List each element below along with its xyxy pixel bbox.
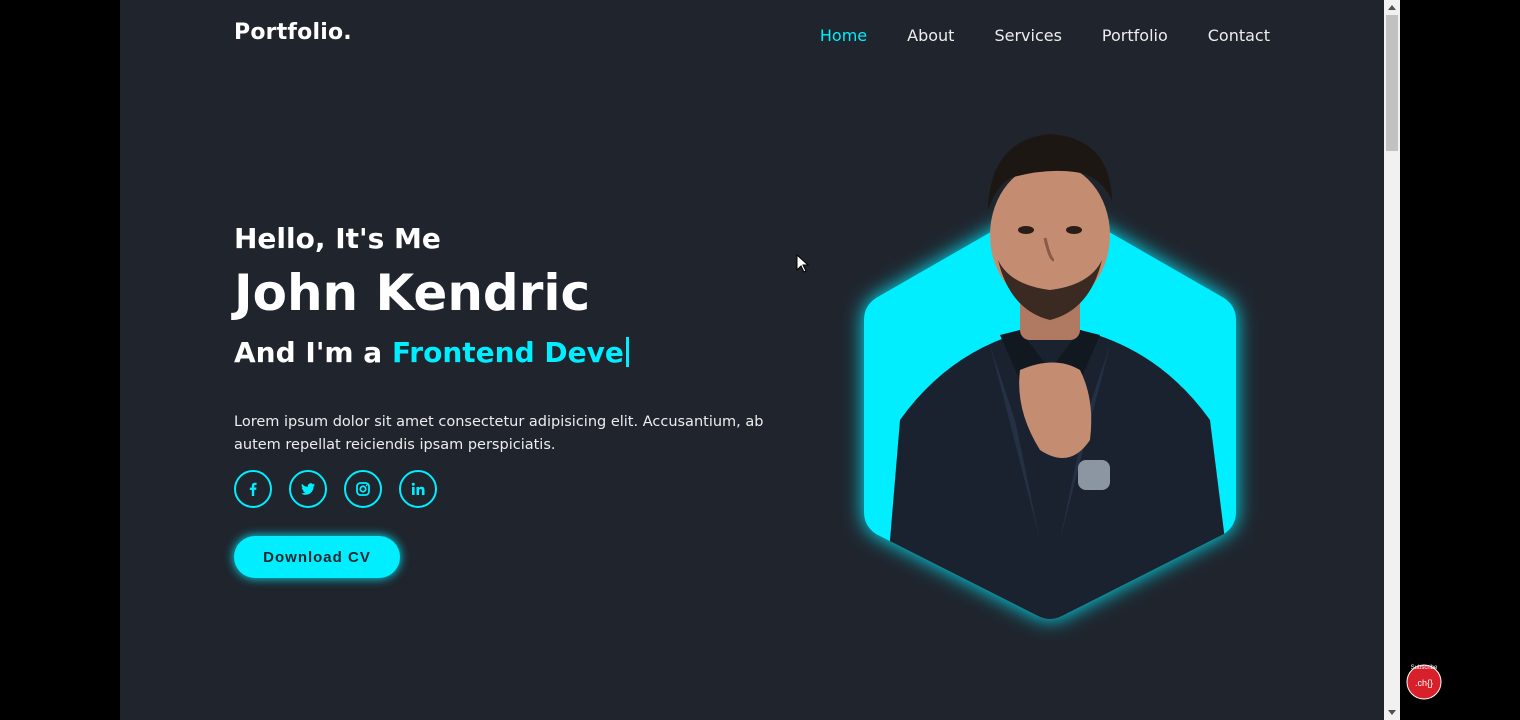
nav-portfolio[interactable]: Portfolio — [1102, 26, 1168, 45]
scroll-up-icon[interactable] — [1388, 5, 1396, 10]
hero-role-typed: Frontend Deve — [391, 336, 624, 369]
hero-portrait — [864, 134, 1236, 619]
nav-home[interactable]: Home — [820, 26, 867, 45]
social-links — [234, 470, 437, 508]
linkedin-link[interactable] — [399, 470, 437, 508]
subscribe-badge[interactable]: Subscribe .ch{} — [1404, 660, 1444, 700]
mouse-pointer-icon — [796, 254, 810, 273]
hero-description: Lorem ipsum dolor sit amet consectetur a… — [234, 413, 764, 453]
hero-role-prefix: And I'm a — [234, 336, 392, 369]
nav-about[interactable]: About — [907, 26, 954, 45]
nav-services[interactable]: Services — [994, 26, 1061, 45]
download-cv-button[interactable]: Download CV — [234, 536, 400, 578]
facebook-icon — [249, 482, 257, 496]
twitter-link[interactable] — [289, 470, 327, 508]
logo[interactable]: Portfolio. — [234, 20, 352, 45]
typing-caret — [625, 337, 629, 367]
linkedin-icon — [411, 482, 425, 495]
main-nav: Home About Services Portfolio Contact — [820, 26, 1270, 45]
badge-channel-text: .ch{} — [1415, 678, 1433, 688]
hero-role: And I'm a Frontend Deve — [234, 336, 629, 369]
facebook-link[interactable] — [234, 470, 272, 508]
hero-greeting: Hello, It's Me — [234, 222, 441, 255]
scroll-down-icon[interactable] — [1388, 710, 1396, 715]
scroll-thumb[interactable] — [1386, 15, 1398, 151]
hero-name: John Kendric — [234, 264, 591, 322]
page-scrollbar[interactable] — [1384, 0, 1400, 720]
badge-subscribe-text: Subscribe — [1411, 665, 1438, 671]
twitter-icon — [301, 483, 315, 495]
instagram-icon — [356, 482, 370, 496]
page-viewport: Portfolio. Home About Services Portfolio… — [120, 0, 1384, 720]
instagram-link[interactable] — [344, 470, 382, 508]
nav-contact[interactable]: Contact — [1208, 26, 1270, 45]
